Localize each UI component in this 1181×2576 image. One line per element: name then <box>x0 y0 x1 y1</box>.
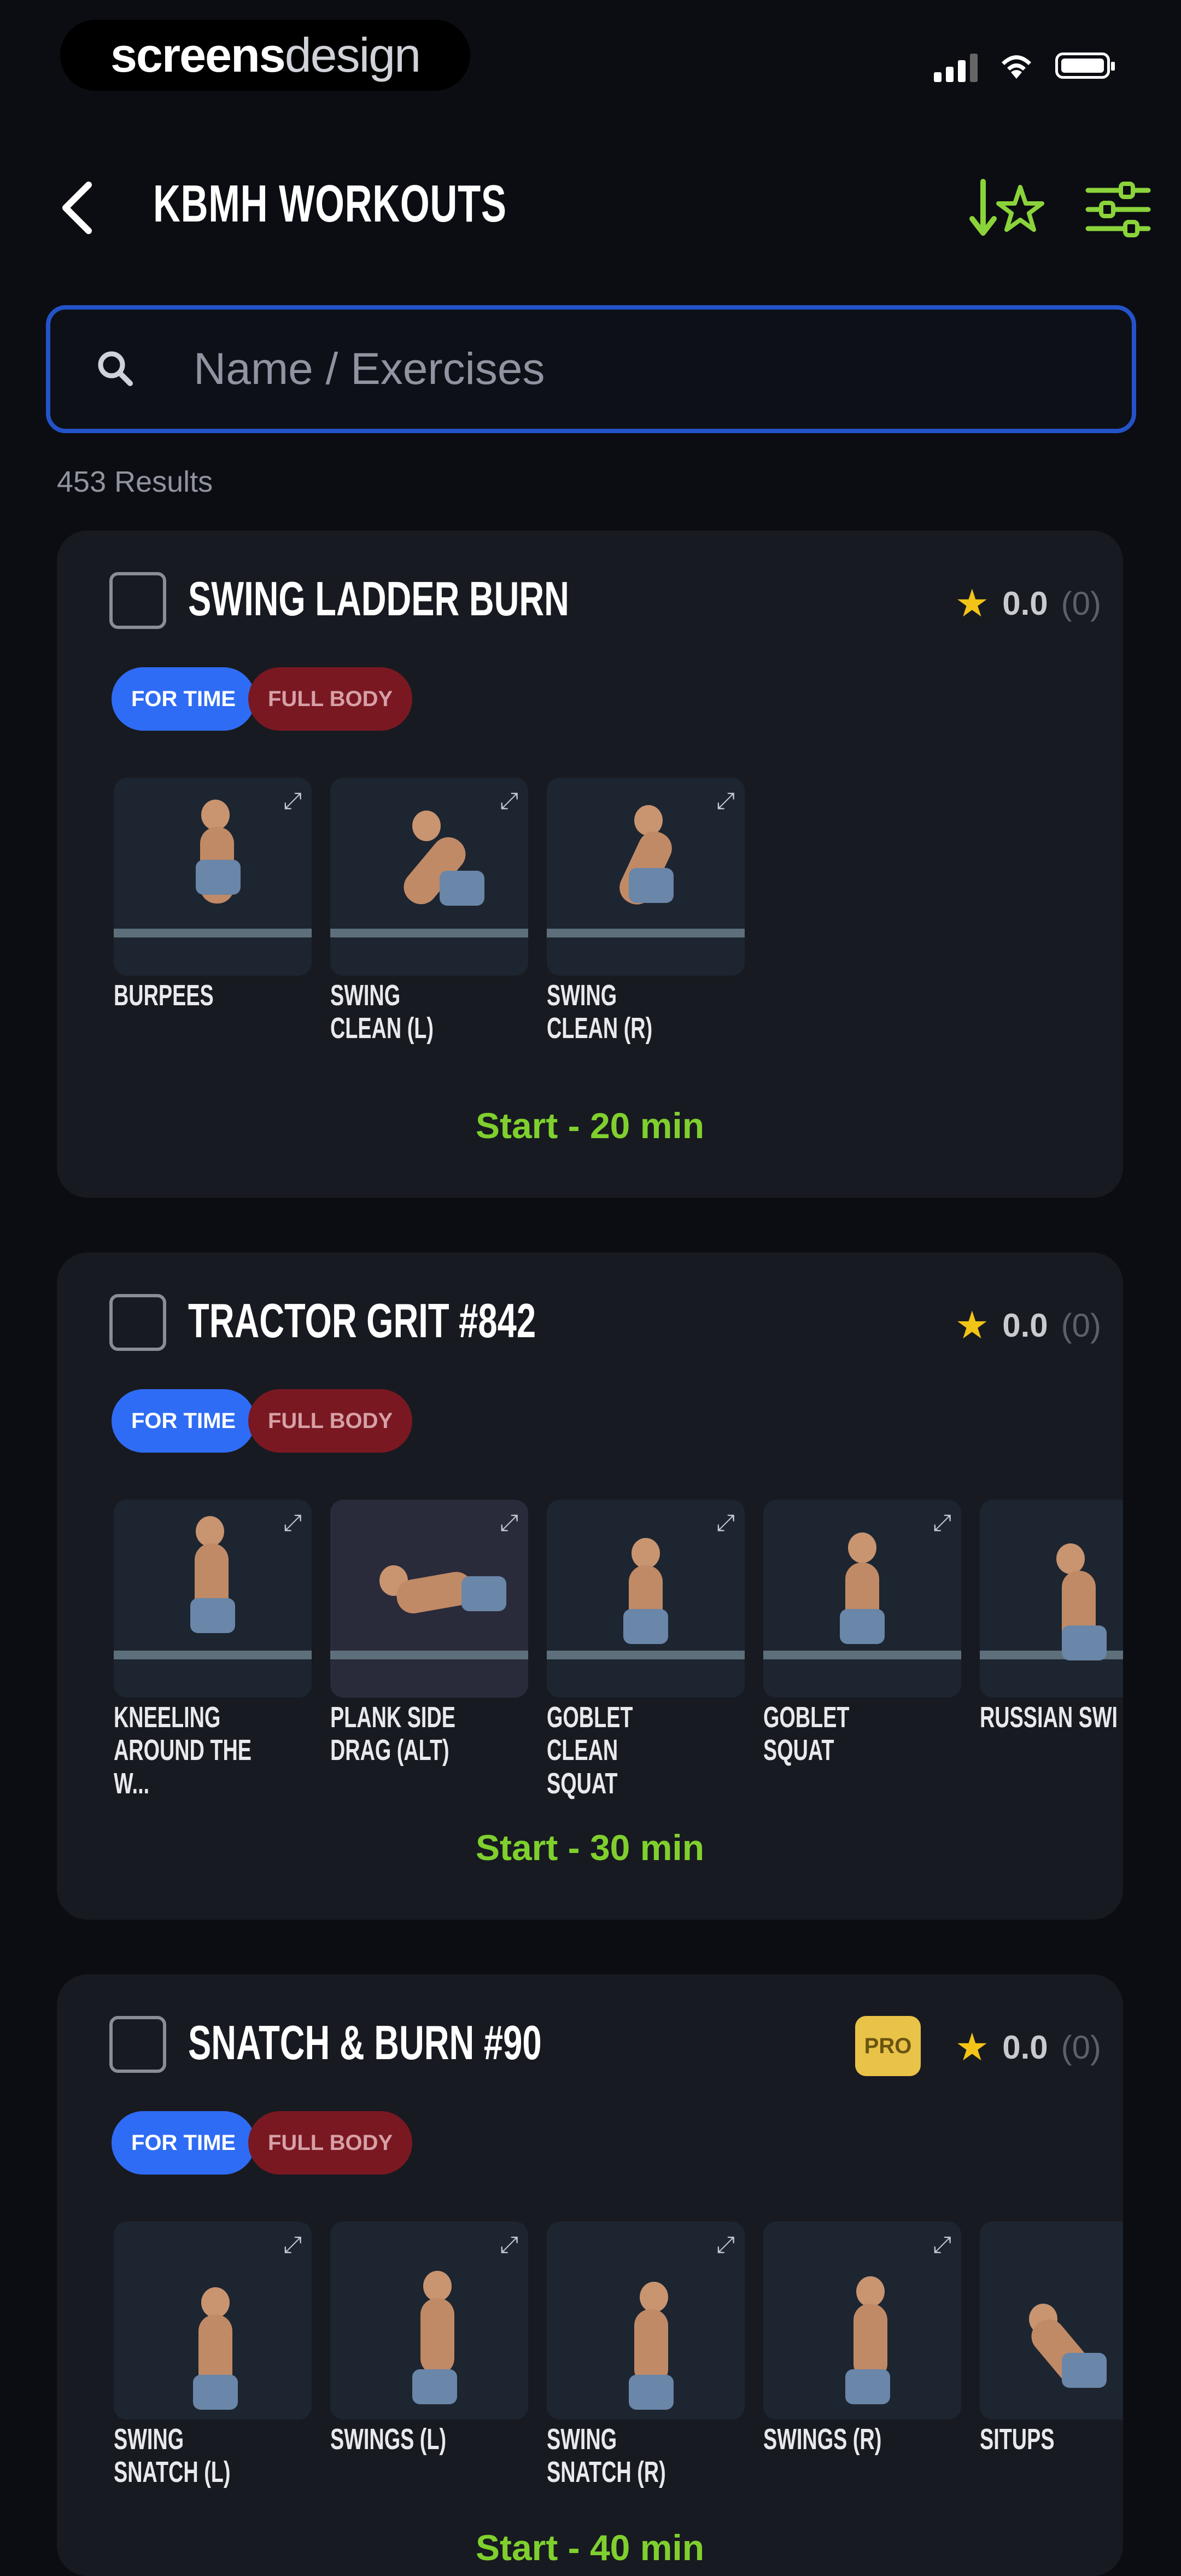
exercise-thumbnail[interactable]: ⤢ <box>980 1500 1123 1698</box>
workout-title: SNATCH & BURN #90 <box>188 2015 542 2070</box>
exercise-thumbnail[interactable]: ⤢ <box>330 1500 528 1698</box>
expand-icon: ⤢ <box>283 1510 302 1535</box>
back-button[interactable] <box>52 175 102 241</box>
star-icon: ★ <box>955 582 990 625</box>
workout-checkbox[interactable] <box>109 572 166 629</box>
rating-value: 0.0 <box>1002 585 1048 622</box>
star-icon: ★ <box>955 2026 990 2068</box>
rating-value: 0.0 <box>1002 1307 1048 1344</box>
results-count: 453 Results <box>57 465 213 498</box>
filter-sliders-icon[interactable] <box>1083 174 1154 245</box>
exercise-label: RUSSIAN SWI <box>980 1701 1118 1734</box>
search-icon <box>98 351 133 386</box>
expand-icon: ⤢ <box>500 2231 518 2257</box>
exercise-thumbnail[interactable]: ⤢ <box>547 2222 745 2420</box>
workout-checkbox[interactable] <box>109 2016 166 2073</box>
workout-title: SWING LADDER BURN <box>188 572 569 626</box>
tag-for-time: FOR TIME <box>112 2111 256 2175</box>
exercise-thumbnail[interactable]: ⤢ <box>114 1500 312 1698</box>
exercise-label: SWING SNATCH (L) <box>114 2423 231 2489</box>
exercise-label: SWINGS (R) <box>763 2423 882 2456</box>
expand-icon: ⤢ <box>716 788 735 813</box>
exercise-thumbnail[interactable]: ⤢ <box>330 2222 528 2420</box>
expand-icon: ⤢ <box>933 1510 951 1535</box>
search-input[interactable] <box>192 343 1069 395</box>
start-workout-button[interactable]: Start - 30 min <box>57 1827 1123 1868</box>
expand-icon: ⤢ <box>716 2231 735 2257</box>
exercise-thumbnail[interactable]: ⤢ <box>114 2222 312 2420</box>
wifi-icon <box>1002 55 1031 79</box>
exercise-label: PLANK SIDE DRAG (ALT) <box>330 1701 455 1767</box>
workout-card[interactable]: SWING LADDER BURN ★ 0.0 (0) FOR TIME FUL… <box>57 531 1123 1198</box>
tag-full-body: FULL BODY <box>248 667 413 731</box>
pro-badge: PRO <box>855 2016 921 2076</box>
exercise-thumbnail[interactable]: ⤢ <box>547 778 745 976</box>
exercise-label: SWING CLEAN (L) <box>330 979 434 1045</box>
rating: ★ 0.0 (0) <box>955 581 1101 626</box>
exercise-label: KNEELING AROUND THE W... <box>114 1701 252 1800</box>
rating-count: (0) <box>1061 585 1101 622</box>
rating: ★ 0.0 (0) <box>955 1303 1101 1348</box>
exercise-label: SWING SNATCH (R) <box>547 2423 666 2489</box>
workout-checkbox[interactable] <box>109 1294 166 1351</box>
exercise-thumbnail[interactable]: ⤢ <box>330 778 528 976</box>
exercise-label: BURPEES <box>114 979 214 1012</box>
start-workout-button[interactable]: Start - 20 min <box>57 1105 1123 1146</box>
exercise-label: SWINGS (L) <box>330 2423 447 2456</box>
exercise-label: SWING CLEAN (R) <box>547 979 653 1045</box>
sort-star-icon[interactable] <box>968 174 1044 245</box>
brand-light-text: design <box>284 28 421 82</box>
brand-bold-text: screens <box>110 28 286 82</box>
exercise-thumbnail[interactable]: ⤢ <box>547 1500 745 1698</box>
exercise-thumbnail[interactable]: ⤢ <box>763 2222 961 2420</box>
rating: ★ 0.0 (0) <box>955 2025 1101 2070</box>
tag-for-time: FOR TIME <box>112 667 256 731</box>
tag-for-time: FOR TIME <box>112 1389 256 1453</box>
expand-icon: ⤢ <box>500 1510 518 1535</box>
rating-count: (0) <box>1061 2029 1101 2066</box>
workout-card[interactable]: TRACTOR GRIT #842 ★ 0.0 (0) FOR TIME FUL… <box>57 1252 1123 1920</box>
expand-icon: ⤢ <box>933 2231 951 2257</box>
page-title: KBMH WORKOUTS <box>153 174 507 233</box>
exercise-thumbnail[interactable]: ⤢ <box>980 2222 1123 2420</box>
expand-icon: ⤢ <box>716 1510 735 1535</box>
exercise-label: SITUPS <box>980 2423 1055 2456</box>
rating-value: 0.0 <box>1002 2029 1048 2066</box>
battery-icon <box>1055 53 1115 79</box>
workout-card[interactable]: SNATCH & BURN #90 PRO ★ 0.0 (0) FOR TIME… <box>57 1974 1123 2576</box>
brand-watermark: screens design <box>60 20 470 91</box>
tag-full-body: FULL BODY <box>248 2111 413 2175</box>
exercise-thumbnail[interactable]: ⤢ <box>114 778 312 976</box>
rating-count: (0) <box>1061 1307 1101 1344</box>
exercise-label: GOBLET SQUAT <box>763 1701 850 1767</box>
search-field[interactable] <box>46 305 1136 433</box>
tag-full-body: FULL BODY <box>248 1389 413 1453</box>
star-icon: ★ <box>955 1304 990 1347</box>
start-workout-button[interactable]: Start - 40 min <box>57 2527 1123 2568</box>
exercise-thumbnail[interactable]: ⤢ <box>763 1500 961 1698</box>
expand-icon: ⤢ <box>283 2231 302 2257</box>
exercise-label: GOBLET CLEAN SQUAT <box>547 1701 633 1800</box>
expand-icon: ⤢ <box>500 788 518 813</box>
cellular-signal-icon <box>934 49 978 82</box>
expand-icon: ⤢ <box>283 788 302 813</box>
status-icons <box>934 49 1115 82</box>
workout-title: TRACTOR GRIT #842 <box>188 1293 536 1348</box>
